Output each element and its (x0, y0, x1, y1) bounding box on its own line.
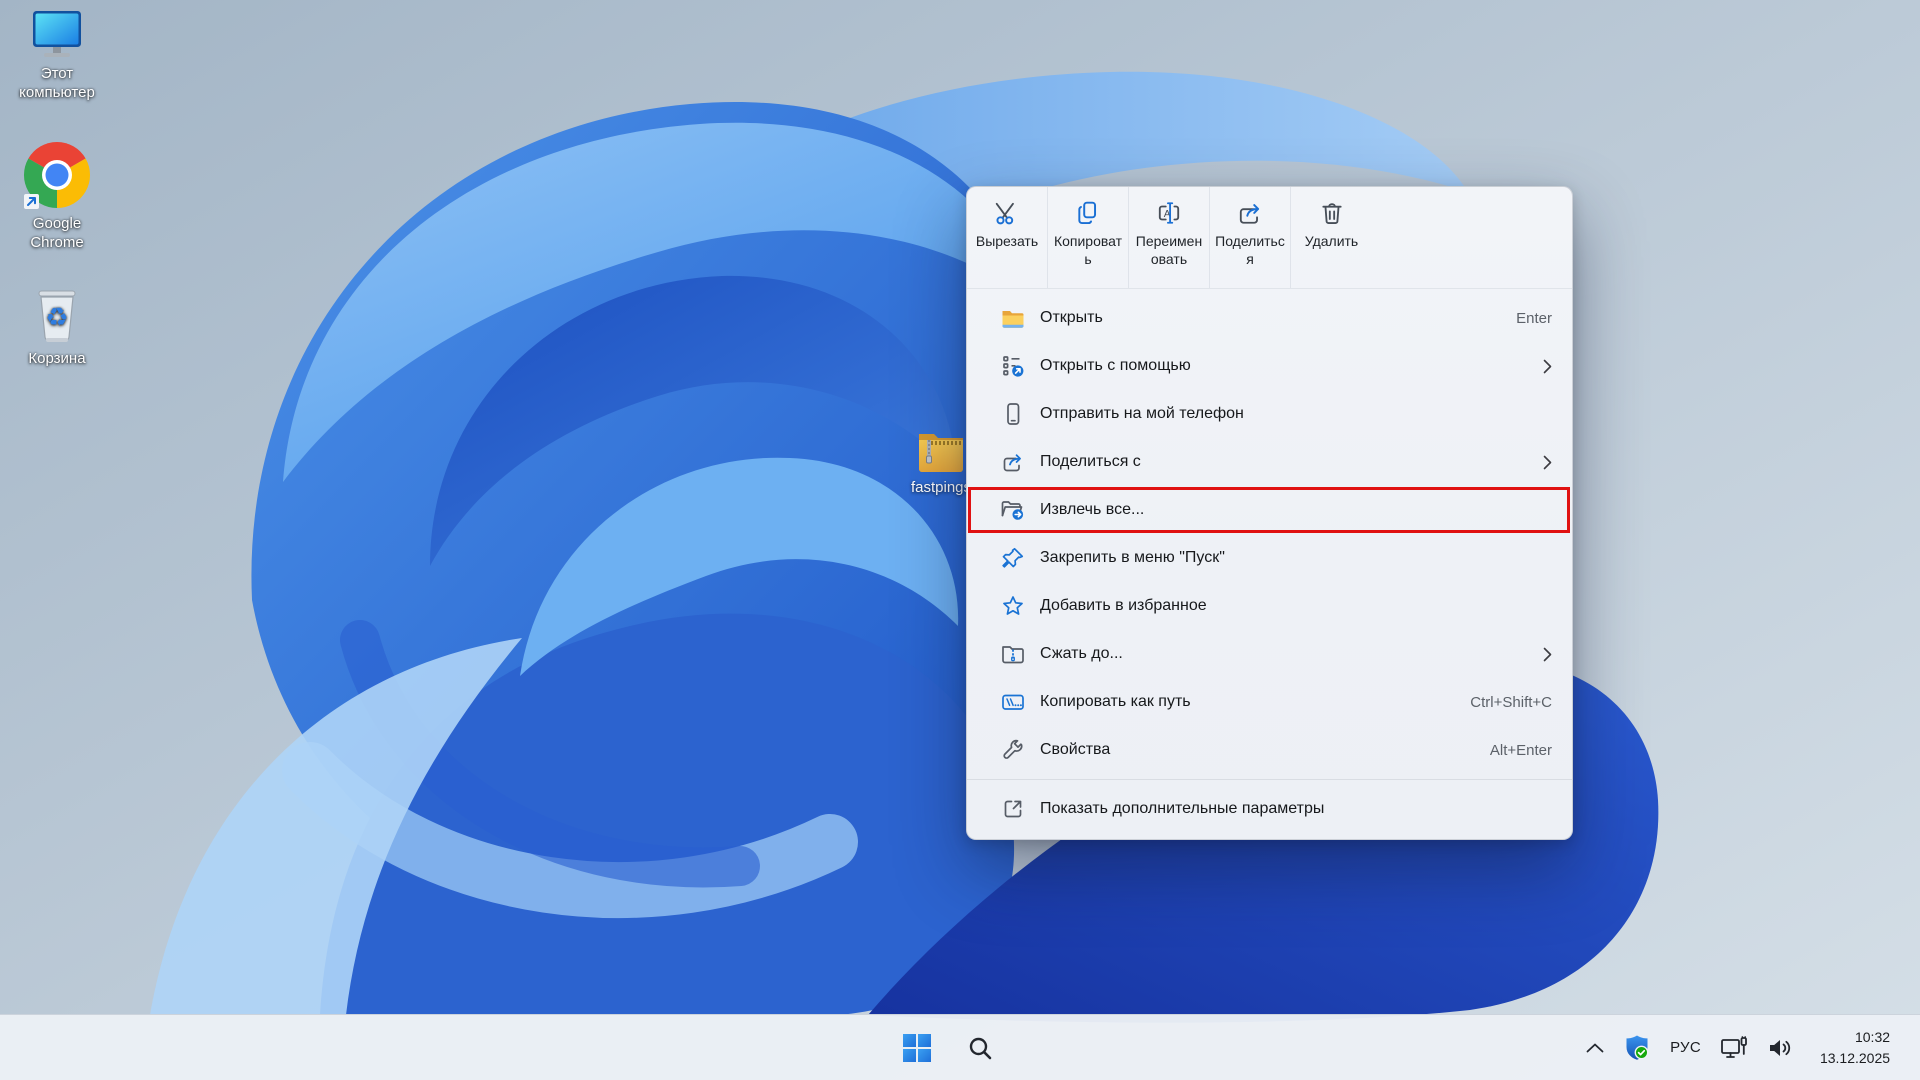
language-label: РУС (1670, 1039, 1701, 1056)
context-menu-items: Открыть Enter Открыть с по (967, 289, 1572, 833)
cut-button[interactable]: Вырезать (967, 187, 1048, 288)
menu-item-pin-to-start[interactable]: Закрепить в меню "Пуск" (967, 534, 1572, 582)
share-button[interactable]: Поделиться (1210, 187, 1291, 288)
menu-item-label: Копировать как путь (1040, 693, 1191, 711)
menu-item-label: Отправить на мой телефон (1040, 405, 1244, 423)
menu-separator (967, 779, 1572, 780)
desktop-icon-label: Этот компьютер (9, 64, 105, 102)
windows-start-icon (903, 1034, 931, 1062)
show-more-icon (1000, 797, 1025, 821)
desktop-icon-chrome[interactable]: Google Chrome (7, 140, 107, 252)
taskbar: РУС (0, 1014, 1920, 1080)
chevron-up-icon (1586, 1043, 1604, 1053)
menu-item-open[interactable]: Открыть Enter (967, 294, 1572, 342)
network-icon (1719, 1034, 1749, 1062)
menu-item-label: Извлечь все... (1040, 501, 1144, 519)
share-with-icon (1000, 450, 1025, 474)
tray-clock[interactable]: 10:32 13.12.2025 (1810, 1028, 1900, 1068)
menu-item-compress-to[interactable]: Сжать до... (967, 630, 1572, 678)
menu-item-show-more-options[interactable]: Показать дополнительные параметры (967, 785, 1572, 833)
tray-language-button[interactable]: РУС (1667, 1028, 1704, 1068)
menu-item-label: Открыть (1040, 309, 1103, 327)
tray-security-button[interactable] (1619, 1028, 1655, 1068)
context-menu-toolbar: Вырезать Копировать A Переимен (967, 187, 1572, 289)
desktop: Этот компьютер Google Chrome ♻ (0, 0, 1920, 1080)
toolbar-label: Удалить (1300, 232, 1363, 250)
menu-item-copy-as-path[interactable]: Копировать как путь Ctrl+Shift+C (967, 678, 1572, 726)
menu-item-add-to-favorites[interactable]: Добавить в избранное (967, 582, 1572, 630)
desktop-icon-label: Корзина (28, 349, 85, 368)
toolbar-label: Переименовать (1129, 232, 1209, 268)
menu-item-label: Показать дополнительные параметры (1040, 800, 1324, 818)
zip-folder-icon (1000, 643, 1025, 665)
chrome-icon (22, 140, 92, 210)
cut-icon (994, 200, 1020, 226)
menu-item-label: Свойства (1040, 741, 1110, 759)
menu-item-label: Поделиться с (1040, 453, 1141, 471)
tray-chevron-button[interactable] (1583, 1028, 1607, 1068)
rename-icon: A (1156, 200, 1182, 226)
clock-time: 10:32 (1820, 1027, 1890, 1048)
recycle-bin-icon: ♻ (32, 283, 82, 345)
menu-item-extract-all[interactable]: Извлечь все... (967, 486, 1572, 534)
menu-item-label: Добавить в избранное (1040, 597, 1207, 615)
wallpaper-bloom (0, 0, 1920, 1080)
delete-button[interactable]: Удалить (1291, 187, 1372, 288)
desktop-file-label: fastpings (911, 479, 971, 496)
toolbar-label: Вырезать (971, 232, 1043, 250)
menu-item-send-to-phone[interactable]: Отправить на мой телефон (967, 390, 1572, 438)
this-pc-icon (28, 8, 86, 60)
pin-icon (1000, 546, 1025, 570)
search-button[interactable] (960, 1028, 1000, 1068)
zip-file-icon (916, 428, 966, 474)
folder-open-icon (1000, 308, 1025, 329)
menu-item-share-with[interactable]: Поделиться с (967, 438, 1572, 486)
extract-all-icon (1000, 498, 1025, 522)
copy-path-icon (1000, 690, 1025, 714)
desktop-icon-recycle-bin[interactable]: ♻ Корзина (7, 283, 107, 368)
system-tray: РУС (1583, 1015, 1900, 1080)
phone-icon (1000, 402, 1025, 426)
clock-date: 13.12.2025 (1820, 1048, 1890, 1069)
chevron-right-icon (1543, 359, 1552, 374)
menu-item-shortcut: Ctrl+Shift+C (1470, 694, 1552, 711)
tray-network-button[interactable] (1716, 1028, 1752, 1068)
toolbar-label: Копировать (1048, 232, 1128, 268)
context-menu: Вырезать Копировать A Переимен (966, 186, 1573, 840)
toolbar-label: Поделиться (1210, 232, 1290, 268)
menu-item-properties[interactable]: Свойства Alt+Enter (967, 726, 1572, 774)
desktop-icon-label: Google Chrome (9, 214, 105, 252)
menu-item-shortcut: Alt+Enter (1490, 742, 1552, 759)
start-button[interactable] (897, 1028, 937, 1068)
delete-icon (1319, 200, 1345, 226)
svg-text:♻: ♻ (45, 303, 68, 333)
chevron-right-icon (1543, 647, 1552, 662)
search-icon (967, 1035, 994, 1062)
copy-icon (1075, 200, 1101, 226)
menu-item-label: Закрепить в меню "Пуск" (1040, 549, 1225, 567)
volume-icon (1767, 1035, 1795, 1061)
share-icon (1237, 200, 1263, 226)
open-with-icon (1000, 354, 1025, 378)
rename-button[interactable]: A Переименовать (1129, 187, 1210, 288)
star-icon (1000, 594, 1025, 618)
menu-item-label: Открыть с помощью (1040, 357, 1191, 375)
security-shield-icon (1622, 1033, 1652, 1063)
menu-item-open-with[interactable]: Открыть с помощью (967, 342, 1572, 390)
tray-volume-button[interactable] (1764, 1028, 1798, 1068)
copy-button[interactable]: Копировать (1048, 187, 1129, 288)
menu-item-shortcut: Enter (1516, 310, 1552, 327)
wrench-icon (1000, 738, 1025, 762)
desktop-icon-this-pc[interactable]: Этот компьютер (7, 8, 107, 102)
menu-item-label: Сжать до... (1040, 645, 1123, 663)
chevron-right-icon (1543, 455, 1552, 470)
